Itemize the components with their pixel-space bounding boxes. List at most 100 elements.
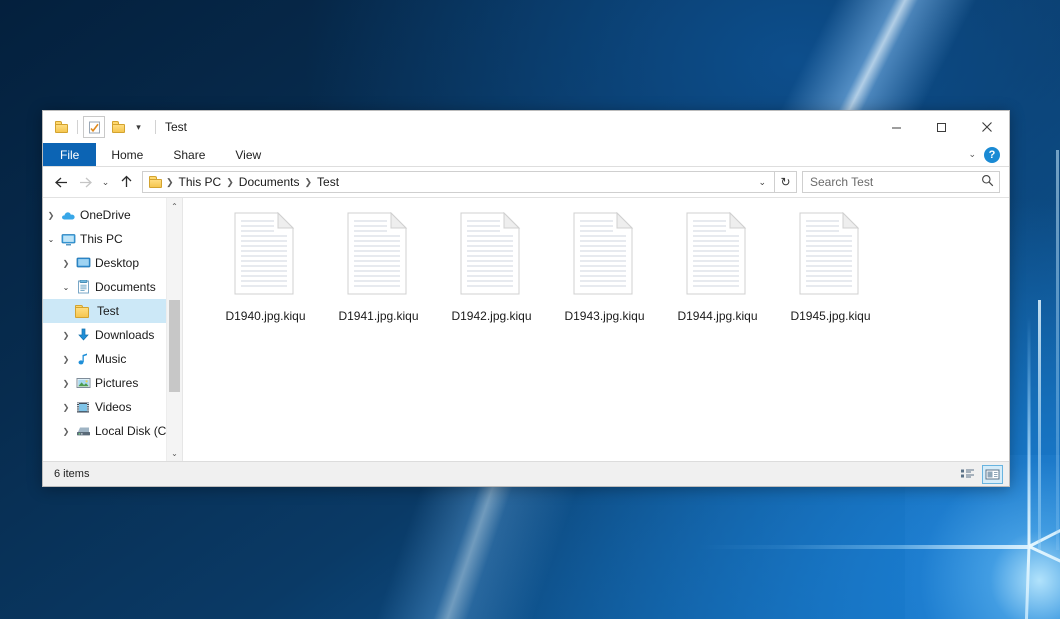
file-name: D1941.jpg.kiqu [338, 309, 418, 323]
tab-home[interactable]: Home [96, 143, 158, 166]
view-mode-buttons [957, 465, 1003, 484]
breadcrumb-separator: ❯ [165, 177, 175, 188]
breadcrumb-separator: ❯ [225, 177, 235, 188]
wallpaper-ray-up [1028, 317, 1031, 547]
search-icon[interactable] [981, 174, 994, 190]
sidebar-item-desktop[interactable]: ❯ Desktop [43, 251, 182, 275]
sidebar-item-label: Local Disk (C:) [92, 424, 174, 438]
sidebar-item-label: Documents [92, 280, 156, 294]
drive-icon [74, 425, 92, 437]
documents-icon [74, 280, 92, 294]
details-view-button[interactable] [957, 465, 978, 484]
document-icon [686, 212, 749, 295]
new-folder-icon[interactable] [107, 116, 129, 138]
file-name: D1940.jpg.kiqu [225, 309, 305, 323]
ribbon-right-controls: ⌄ ? [968, 143, 1009, 166]
file-explorer-window: ▾ Test File Home Share View [42, 110, 1010, 487]
ribbon-tab-bar: File Home Share View ⌄ ? [43, 143, 1009, 167]
help-icon[interactable]: ? [984, 147, 1000, 163]
chevron-right-icon[interactable]: ❯ [58, 427, 74, 436]
title-bar[interactable]: ▾ Test [43, 111, 1009, 143]
desktop-wallpaper: ▾ Test File Home Share View [0, 0, 1060, 619]
tab-share[interactable]: Share [158, 143, 220, 166]
properties-icon[interactable] [83, 116, 105, 138]
search-box[interactable] [802, 171, 1000, 193]
document-icon [799, 212, 862, 295]
file-name: D1945.jpg.kiqu [790, 309, 870, 323]
file-name: D1942.jpg.kiqu [451, 309, 531, 323]
large-icons-view-button[interactable] [982, 465, 1003, 484]
file-item[interactable]: D1945.jpg.kiqu [774, 212, 887, 323]
chevron-down-icon[interactable]: ⌄ [43, 235, 59, 244]
breadcrumb: ❯ This PC ❯ Documents ❯ Test [165, 175, 343, 189]
wallpaper-vertical-line-2 [1056, 150, 1059, 550]
sidebar-item-music[interactable]: ❯ Music [43, 347, 182, 371]
file-item[interactable]: D1940.jpg.kiqu [209, 212, 322, 323]
file-item[interactable]: D1941.jpg.kiqu [322, 212, 435, 323]
sidebar-item-documents[interactable]: ⌄ Documents [43, 275, 182, 299]
breadcrumb-this-pc[interactable]: This PC [175, 175, 226, 189]
sidebar-item-label: Pictures [92, 376, 138, 390]
cloud-icon [59, 210, 77, 221]
sidebar-item-label: Test [91, 304, 119, 318]
document-icon [573, 212, 636, 295]
sidebar-item-test[interactable]: Test [43, 299, 182, 323]
wallpaper-ray-left [699, 545, 1029, 549]
chevron-right-icon[interactable]: ❯ [58, 379, 74, 388]
file-item[interactable]: D1942.jpg.kiqu [435, 212, 548, 323]
sidebar-item-downloads[interactable]: ❯ Downloads [43, 323, 182, 347]
file-item[interactable]: D1944.jpg.kiqu [661, 212, 774, 323]
wallpaper-vertical-line-1 [1038, 300, 1041, 550]
recent-locations-button[interactable]: ⌄ [97, 170, 114, 194]
file-list-pane[interactable]: D1940.jpg.kiqu [182, 198, 1009, 461]
chevron-right-icon[interactable]: ❯ [58, 403, 74, 412]
breadcrumb-test[interactable]: Test [313, 175, 343, 189]
window-title: Test [165, 120, 187, 134]
scroll-down-button[interactable]: ⌄ [167, 445, 182, 461]
sidebar-scrollbar[interactable]: ⌃ ⌄ [166, 198, 182, 461]
refresh-button[interactable]: ↻ [775, 171, 797, 193]
sidebar-item-videos[interactable]: ❯ Videos [43, 395, 182, 419]
sidebar-item-this-pc[interactable]: ⌄ This PC [43, 227, 182, 251]
minimize-button[interactable] [874, 111, 919, 143]
address-dropdown-icon[interactable]: ⌄ [752, 177, 772, 188]
chevron-right-icon[interactable]: ❯ [43, 211, 59, 220]
breadcrumb-documents[interactable]: Documents [235, 175, 304, 189]
back-button[interactable] [49, 170, 73, 194]
sidebar-item-onedrive[interactable]: ❯ OneDrive [43, 203, 182, 227]
tab-view[interactable]: View [220, 143, 276, 166]
document-icon [347, 212, 410, 295]
chevron-down-icon[interactable]: ⌄ [968, 149, 976, 160]
file-item[interactable]: D1943.jpg.kiqu [548, 212, 661, 323]
chevron-right-icon[interactable]: ❯ [58, 355, 74, 364]
up-button[interactable] [114, 170, 138, 194]
sidebar-item-local-disk[interactable]: ❯ Local Disk (C:) [43, 419, 182, 443]
status-bar: 6 items [43, 461, 1009, 486]
quick-access-toolbar: ▾ [43, 116, 146, 138]
scroll-up-button[interactable]: ⌃ [167, 198, 182, 214]
chevron-right-icon[interactable]: ❯ [58, 259, 74, 268]
scrollbar-thumb[interactable] [169, 300, 180, 392]
videos-icon [74, 401, 92, 414]
sidebar-item-label: Videos [92, 400, 131, 414]
search-input[interactable] [810, 175, 981, 189]
file-name: D1943.jpg.kiqu [564, 309, 644, 323]
address-bar-row: ⌄ ❯ This PC ❯ Documents ❯ Test ⌄ ↻ [43, 167, 1009, 197]
chevron-right-icon[interactable]: ❯ [58, 331, 74, 340]
monitor-icon [59, 233, 77, 246]
address-bar[interactable]: ❯ This PC ❯ Documents ❯ Test ⌄ [142, 171, 775, 193]
sidebar-item-label: This PC [77, 232, 123, 246]
sidebar-item-label: Downloads [92, 328, 154, 342]
close-button[interactable] [964, 111, 1009, 143]
title-divider [155, 120, 156, 134]
forward-button[interactable] [73, 170, 97, 194]
folder-icon[interactable] [50, 116, 72, 138]
chevron-down-icon[interactable]: ▾ [131, 116, 146, 138]
window-controls [874, 111, 1009, 143]
sidebar-item-label: Music [92, 352, 126, 366]
sidebar-item-pictures[interactable]: ❯ Pictures [43, 371, 182, 395]
tab-file[interactable]: File [43, 143, 96, 166]
sidebar-item-label: OneDrive [77, 208, 131, 222]
maximize-button[interactable] [919, 111, 964, 143]
chevron-down-icon[interactable]: ⌄ [58, 283, 74, 292]
